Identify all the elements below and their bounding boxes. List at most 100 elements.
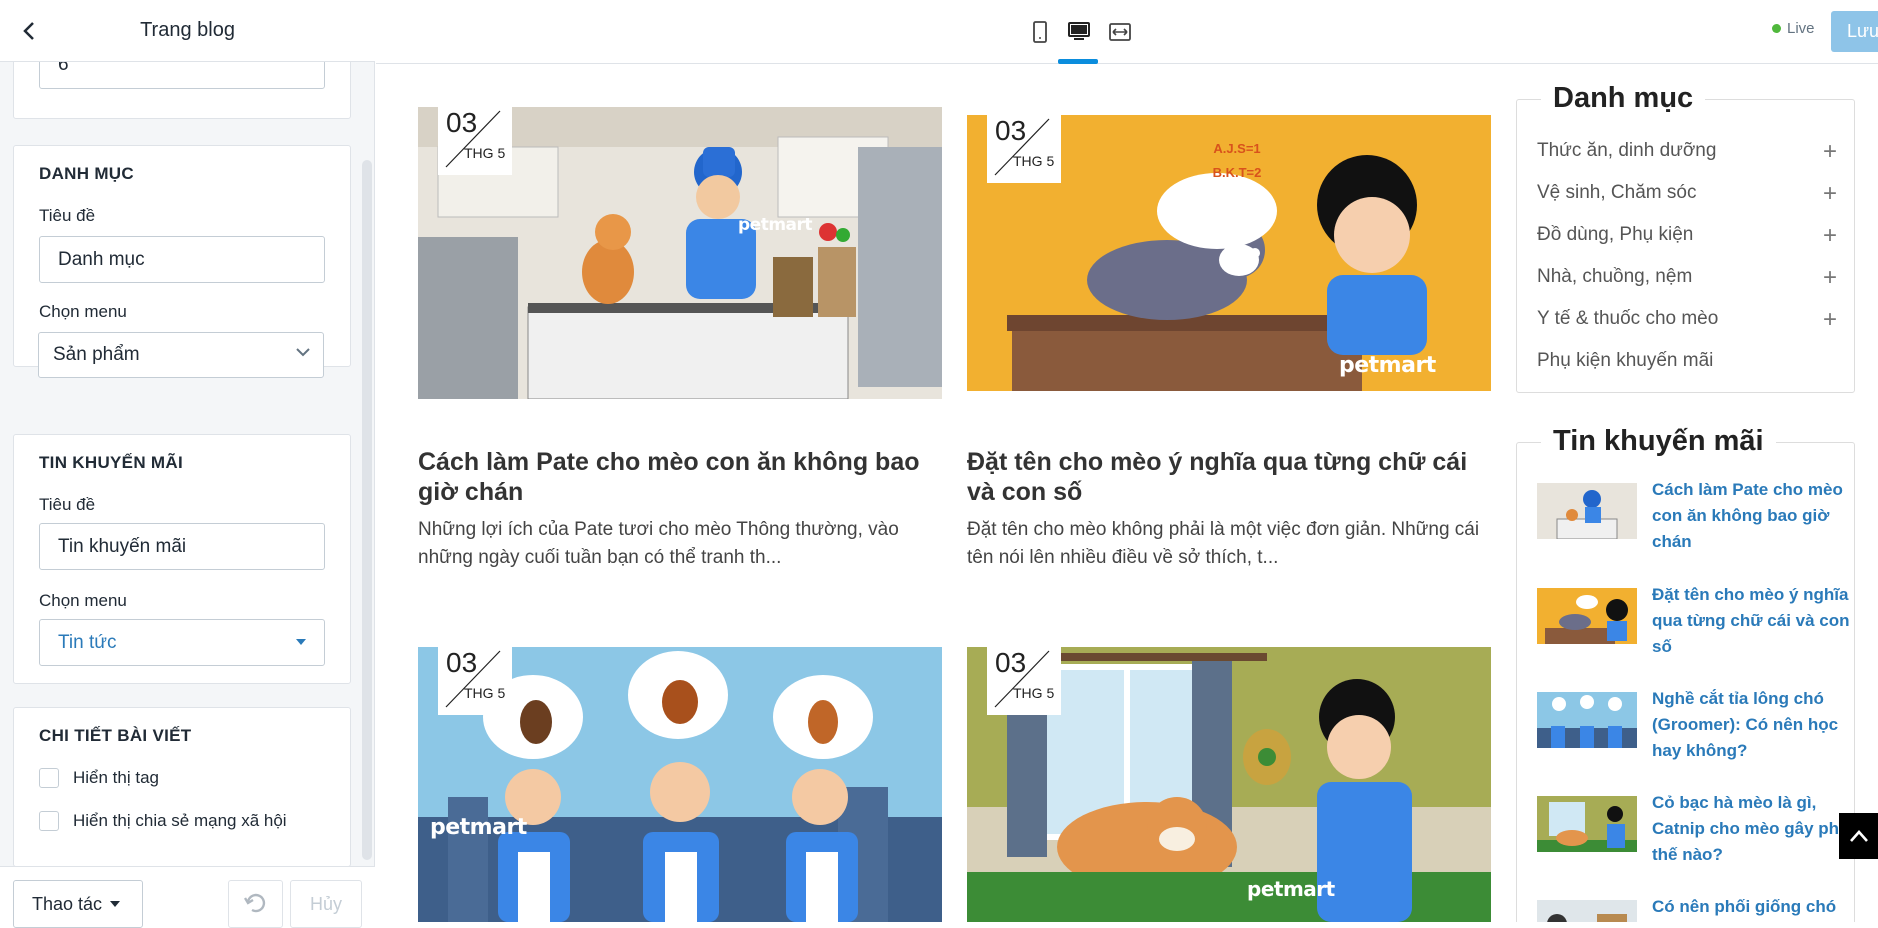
live-label: Live	[1787, 20, 1815, 37]
promo-thumbnail[interactable]	[1537, 588, 1637, 644]
post-count-input[interactable]: 6	[39, 62, 325, 89]
cancel-button[interactable]: Hủy	[290, 880, 362, 928]
brand-watermark: petmart	[430, 815, 527, 840]
date-badge: 03 THG 5	[438, 647, 512, 715]
bubble-line: B.K.T=2	[1212, 165, 1262, 180]
promo-title[interactable]: Cách làm Pate cho mèo con ăn không bao g…	[1652, 477, 1852, 555]
date-badge: 03 THG 5	[987, 647, 1061, 715]
post-title[interactable]: Đặt tên cho mèo ý nghĩa qua từng chữ cái…	[967, 447, 1491, 507]
show-tag-checkbox[interactable]	[39, 768, 59, 788]
sidebar-scrollbar[interactable]	[362, 160, 372, 860]
category-label[interactable]: Y tế & thuốc cho mèo	[1537, 308, 1718, 329]
show-tag-row[interactable]: Hiển thị tag	[39, 768, 159, 788]
promo-item[interactable]: Đặt tên cho mèo ý nghĩa qua từng chữ cái…	[1537, 582, 1850, 662]
fullwidth-icon[interactable]	[1106, 18, 1134, 46]
promo-menu-select[interactable]: Tin tức	[39, 619, 325, 666]
category-label[interactable]: Phụ kiện khuyến mãi	[1537, 350, 1713, 371]
promo-item[interactable]: Có nên phối giống chó	[1537, 894, 1847, 922]
date-day: 03	[995, 647, 1027, 678]
categories-title-label: Tiêu đề	[39, 206, 96, 225]
plus-icon[interactable]: +	[1823, 138, 1837, 166]
plus-icon[interactable]: +	[1823, 222, 1837, 250]
category-item[interactable]: Vệ sinh, Chăm sóc +	[1537, 180, 1837, 207]
promo-item[interactable]: Nghề cắt tỉa lông chó (Groomer): Có nên …	[1537, 686, 1847, 766]
back-icon[interactable]	[14, 16, 44, 46]
sidebar-scroll-area: 6 DANH MỤC Tiêu đề Danh mục Chọn menu Sả…	[0, 62, 375, 866]
top-toolbar	[376, 0, 1878, 64]
promo-item[interactable]: Cỏ bạc hà mèo là gì, Catnip cho mèo gây …	[1537, 790, 1848, 870]
sidebar-title: Trang blog	[140, 19, 235, 41]
brand-watermark: petmart	[1339, 353, 1436, 378]
mobile-icon[interactable]	[1026, 18, 1054, 46]
plus-icon[interactable]: +	[1823, 180, 1837, 208]
date-month: THG 5	[464, 145, 506, 161]
promo-item[interactable]: Cách làm Pate cho mèo con ăn không bao g…	[1537, 477, 1847, 557]
date-day: 03	[446, 647, 478, 678]
show-share-row[interactable]: Hiển thị chia sẻ mạng xã hội	[39, 811, 287, 831]
promo-title[interactable]: Đặt tên cho mèo ý nghĩa qua từng chữ cái…	[1652, 582, 1852, 660]
brand-watermark: petmart	[738, 215, 813, 235]
category-item[interactable]: Nhà, chuồng, nệm +	[1537, 264, 1837, 291]
back-to-top-button[interactable]	[1839, 813, 1878, 859]
category-label[interactable]: Đồ dùng, Phụ kiện	[1537, 224, 1693, 245]
post-image[interactable]: petmart 03 THG 5	[418, 647, 942, 922]
categories-title-input[interactable]: Danh mục	[39, 236, 325, 283]
category-label[interactable]: Thức ăn, dinh dưỡng	[1537, 140, 1716, 161]
chevron-down-icon	[295, 344, 311, 366]
brand-watermark: petmart	[1247, 877, 1335, 901]
live-status: Live	[1772, 20, 1815, 37]
promo-widget: Tin khuyến mãi Cách làm Pate cho mèo con…	[1516, 425, 1855, 922]
post-title[interactable]: Cách làm Pate cho mèo con ăn không bao g…	[418, 447, 942, 507]
promo-title[interactable]: Có nên phối giống chó	[1652, 894, 1852, 920]
category-item[interactable]: Y tế & thuốc cho mèo +	[1537, 306, 1837, 333]
category-item[interactable]: Phụ kiện khuyến mãi	[1537, 350, 1837, 372]
desktop-icon[interactable]	[1065, 18, 1093, 46]
promo-thumbnail[interactable]	[1537, 692, 1637, 748]
promo-thumbnail[interactable]	[1537, 796, 1637, 852]
show-share-label: Hiển thị chia sẻ mạng xã hội	[73, 811, 287, 830]
caret-down-icon	[296, 639, 306, 645]
promo-title[interactable]: Cỏ bạc hà mèo là gì, Catnip cho mèo gây …	[1652, 790, 1852, 868]
save-button[interactable]: Lưu	[1831, 11, 1878, 52]
live-dot-icon	[1772, 24, 1781, 33]
category-item[interactable]: Thức ăn, dinh dưỡng +	[1537, 138, 1837, 165]
date-badge: 03 THG 5	[987, 115, 1061, 183]
actions-button[interactable]: Thao tác	[13, 880, 143, 928]
post-image[interactable]: A.J.S=1 B.K.T=2 petmart 03 THG 5	[967, 115, 1491, 391]
show-share-checkbox[interactable]	[39, 811, 59, 831]
category-label[interactable]: Vệ sinh, Chăm sóc	[1537, 182, 1696, 203]
card-post-detail: CHI TIẾT BÀI VIẾT Hiển thị tag Hiển thị …	[13, 707, 351, 866]
categories-menu-value: Sản phẩm	[53, 344, 140, 365]
card-post-count: 6	[13, 62, 351, 119]
promo-title-label: Tiêu đề	[39, 495, 96, 514]
categories-menu-label: Chọn menu	[39, 302, 127, 321]
promo-thumbnail[interactable]	[1537, 483, 1637, 539]
categories-heading: DANH MỤC	[39, 164, 134, 183]
caret-down-icon	[110, 901, 121, 907]
category-item[interactable]: Đồ dùng, Phụ kiện +	[1537, 222, 1837, 249]
plus-icon[interactable]: +	[1823, 264, 1837, 292]
post-image[interactable]: petmart 03 THG 5	[967, 647, 1491, 922]
undo-icon	[243, 893, 265, 913]
promo-title-input[interactable]: Tin khuyến mãi	[39, 523, 325, 570]
post-image[interactable]: petmart 03 THG 5	[418, 107, 942, 399]
post-detail-heading: CHI TIẾT BÀI VIẾT	[39, 726, 192, 745]
plus-icon[interactable]: +	[1823, 306, 1837, 334]
promo-widget-title: Tin khuyến mãi	[1541, 425, 1776, 458]
promo-heading: TIN KHUYẾN MÃI	[39, 453, 183, 472]
settings-sidebar: Trang blog 6 DANH MỤC Tiêu đề Danh mục C…	[0, 0, 375, 928]
promo-thumbnail[interactable]	[1537, 900, 1637, 922]
sidebar-header: Trang blog	[0, 0, 375, 62]
categories-menu-select[interactable]: Sản phẩm	[38, 332, 324, 378]
promo-menu-value: Tin tức	[58, 631, 117, 653]
blog-preview: petmart 03 THG 5 Cách làm Pate cho mèo c…	[376, 65, 1878, 922]
date-badge: 03 THG 5	[438, 107, 512, 175]
date-month: THG 5	[1013, 153, 1055, 169]
date-day: 03	[446, 107, 478, 138]
active-viewport-indicator	[1058, 59, 1098, 64]
promo-title[interactable]: Nghề cắt tỉa lông chó (Groomer): Có nên …	[1652, 686, 1852, 764]
category-label[interactable]: Nhà, chuồng, nệm	[1537, 266, 1692, 287]
actions-label: Thao tác	[32, 893, 103, 914]
bubble-line: A.J.S=1	[1213, 141, 1261, 156]
undo-button[interactable]	[228, 880, 283, 928]
